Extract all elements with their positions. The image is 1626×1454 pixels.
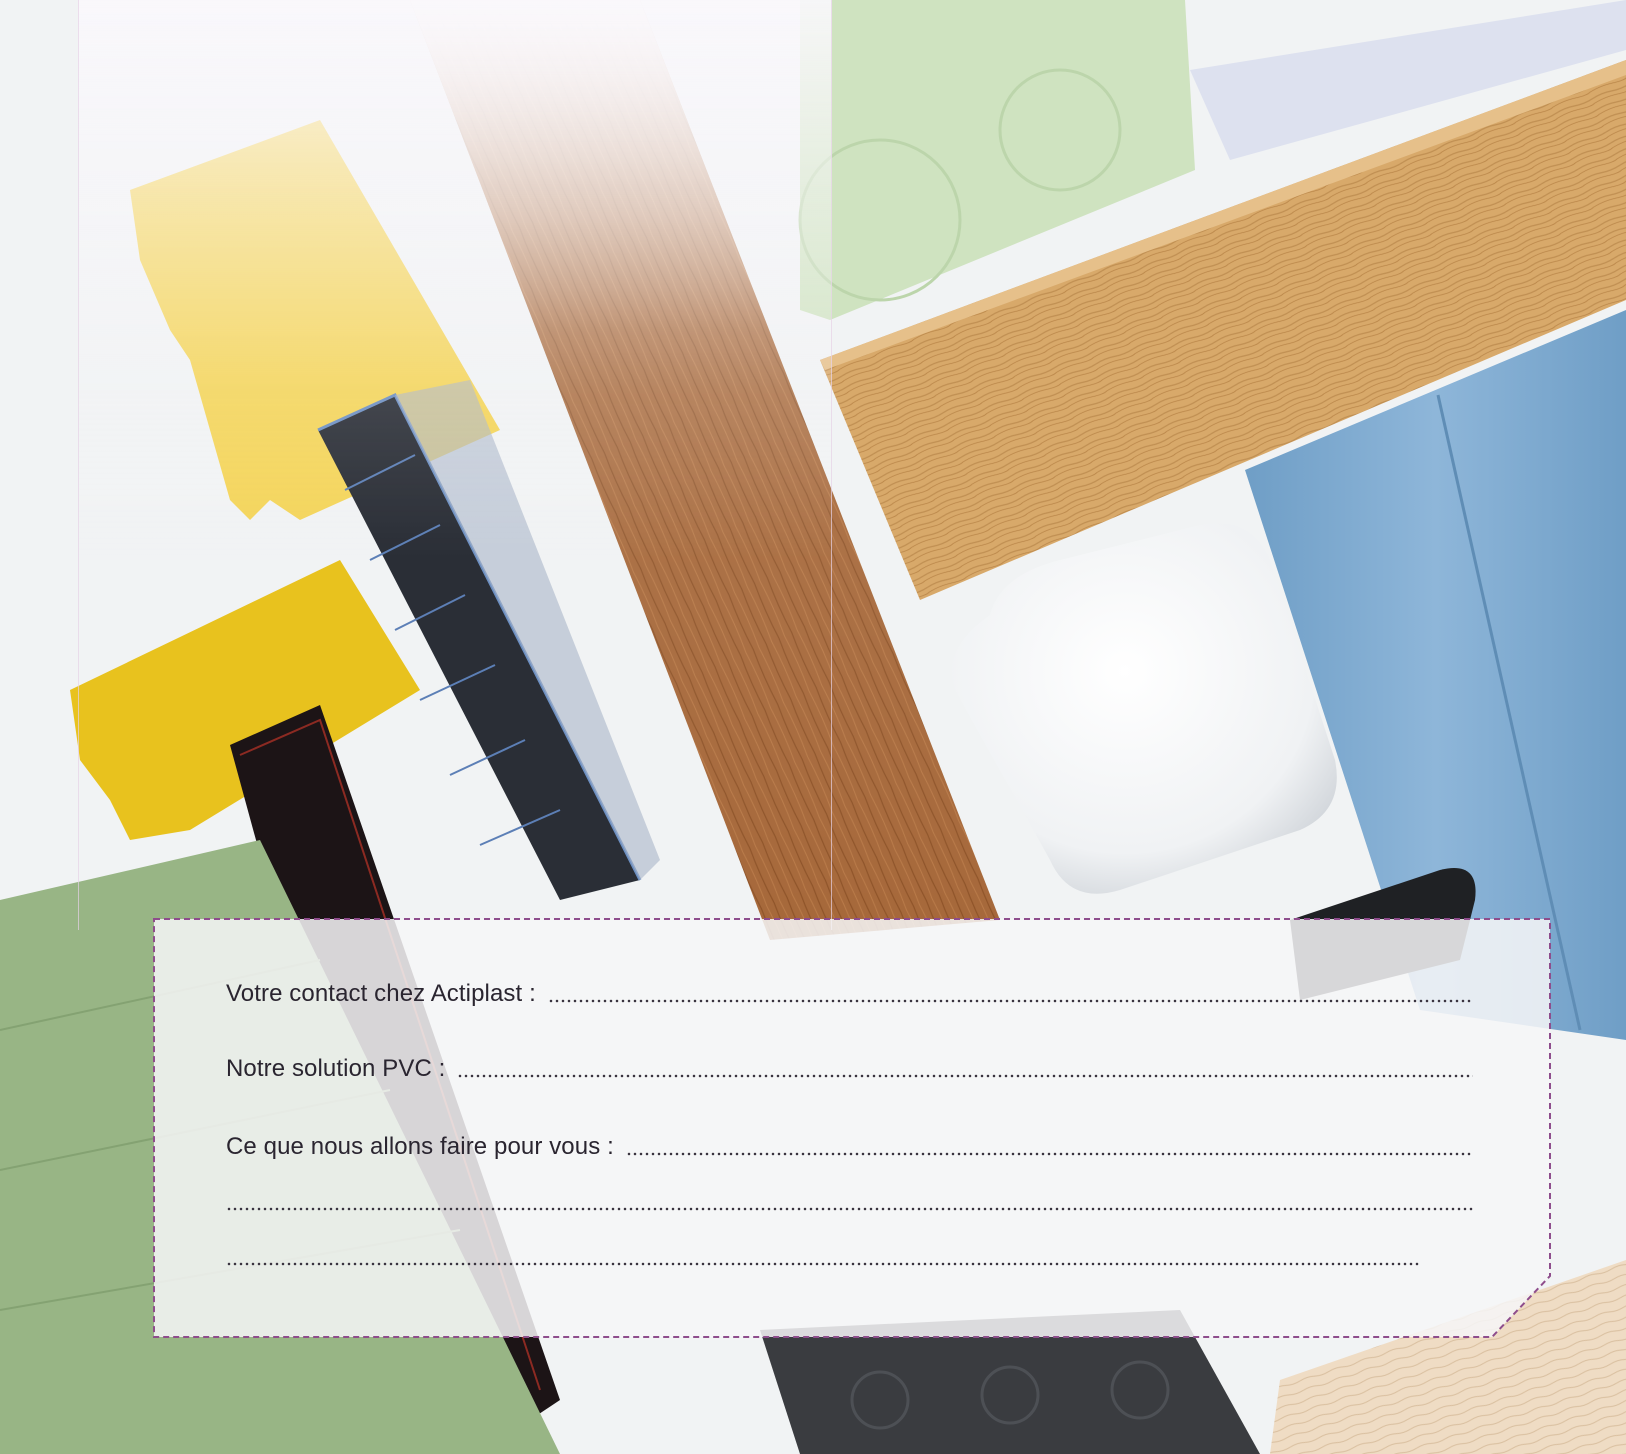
pale-overlay-band: [78, 0, 832, 930]
continuation-dotted-field-2[interactable]: [226, 1261, 1421, 1267]
actions-label: Ce que nous allons faire pour vous :: [226, 1133, 614, 1160]
actions-line[interactable]: Ce que nous allons faire pour vous :: [226, 1131, 1473, 1161]
actions-dotted-field[interactable]: [625, 1151, 1473, 1157]
contact-label: Votre contact chez Actiplast :: [226, 980, 536, 1007]
contact-line[interactable]: Votre contact chez Actiplast :: [226, 978, 1473, 1008]
continuation-dotted-field-1[interactable]: [226, 1206, 1473, 1212]
contact-dotted-field[interactable]: [547, 998, 1473, 1004]
actions-continuation-line-1[interactable]: [226, 1186, 1473, 1216]
solution-line[interactable]: Notre solution PVC :: [226, 1053, 1473, 1083]
actions-continuation-line-2[interactable]: [226, 1241, 1421, 1271]
contact-form-card: Votre contact chez Actiplast : Notre sol…: [153, 918, 1551, 1338]
solution-label: Notre solution PVC :: [226, 1055, 446, 1082]
solution-dotted-field[interactable]: [457, 1073, 1473, 1079]
